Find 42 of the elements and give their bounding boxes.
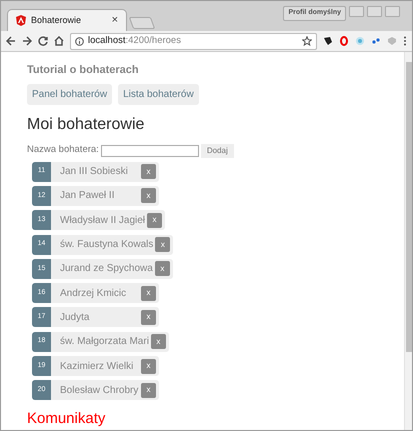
hero-name: Władysław II Jagieł bbox=[59, 214, 146, 228]
hero-name: Kazimierz Wielki bbox=[59, 360, 134, 374]
section-heading: Moi bohaterowie bbox=[27, 115, 146, 134]
hero-name: św. Faustyna Kowals bbox=[59, 238, 154, 252]
delete-button[interactable]: x bbox=[155, 237, 170, 252]
star-icon[interactable] bbox=[302, 36, 312, 46]
name-field[interactable] bbox=[100, 144, 199, 156]
url-text: localhost:4200/heroes bbox=[88, 34, 181, 48]
hero-name: Jan III Sobieski bbox=[59, 165, 129, 180]
delete-button[interactable]: x bbox=[141, 358, 156, 374]
delete-button[interactable]: x bbox=[147, 212, 162, 228]
menu-icon[interactable] bbox=[403, 36, 407, 46]
hero-name: Bolesław Chrobry bbox=[59, 384, 139, 398]
reload-icon[interactable] bbox=[38, 36, 48, 46]
delete-button[interactable]: x bbox=[141, 310, 156, 325]
shield-icon bbox=[16, 15, 26, 26]
app-title: Tutorial o bohaterach bbox=[27, 64, 140, 78]
nav-link[interactable]: Panel bohaterów bbox=[27, 84, 112, 106]
browser-tab[interactable]: Bohaterowie × bbox=[7, 9, 127, 31]
hero-name: Andrzej Kmicic bbox=[59, 286, 128, 301]
info-icon bbox=[75, 36, 84, 46]
delete-button[interactable]: x bbox=[141, 286, 156, 301]
delete-button[interactable]: x bbox=[141, 164, 156, 180]
back-icon[interactable] bbox=[6, 36, 16, 46]
nav-link[interactable]: Lista bohaterów bbox=[118, 84, 199, 106]
address-bar[interactable]: localhost:4200/heroes bbox=[70, 32, 317, 50]
delete-button[interactable]: x bbox=[141, 188, 156, 204]
home-icon[interactable] bbox=[54, 36, 64, 46]
tab-title: Bohaterowie bbox=[31, 14, 82, 27]
hero-name: św. Małgorzata Mari bbox=[59, 335, 149, 350]
hero-name: Jan Paweł II bbox=[59, 189, 116, 204]
hero-name: Jurand ze Spychowa bbox=[59, 262, 153, 276]
delete-button[interactable]: x bbox=[154, 261, 170, 276]
section-heading: Komunikaty bbox=[27, 410, 106, 428]
add-button[interactable]: Dodaj bbox=[200, 144, 234, 158]
close-button[interactable]: × bbox=[112, 12, 118, 29]
delete-button[interactable]: x bbox=[141, 382, 156, 398]
scrollbar[interactable] bbox=[404, 52, 412, 430]
delete-button[interactable]: x bbox=[150, 334, 166, 350]
field-label: Nazwa bohatera: bbox=[27, 143, 99, 158]
forward-icon[interactable] bbox=[22, 36, 32, 46]
hero-name: Judyta bbox=[59, 310, 90, 325]
